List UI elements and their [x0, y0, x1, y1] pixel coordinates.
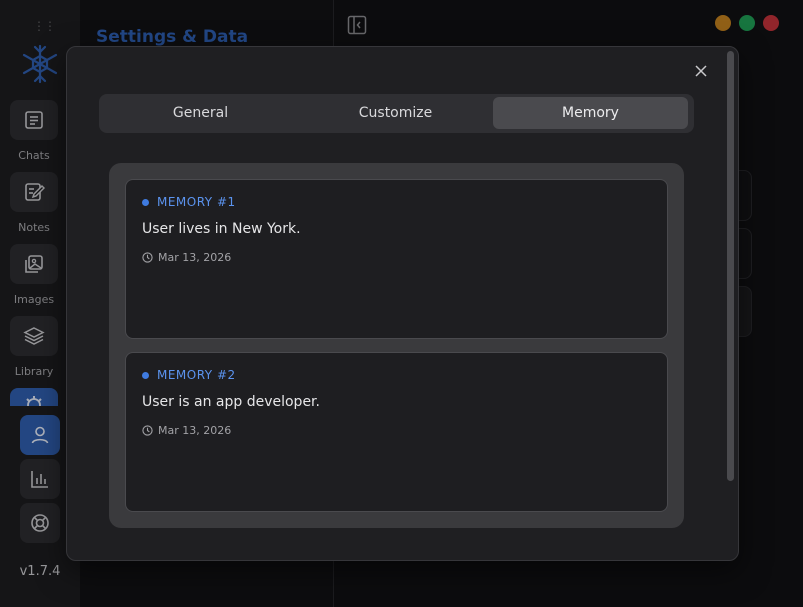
settings-modal: General Customize Memory MEMORY #1 User … [66, 46, 739, 561]
memory-date-text: Mar 13, 2026 [158, 251, 232, 264]
memory-text: User is an app developer. [142, 394, 320, 410]
memory-bullet [142, 198, 149, 206]
close-icon [695, 65, 707, 77]
memory-list: MEMORY #1 User lives in New York. Mar 13… [109, 163, 684, 528]
memory-date-text: Mar 13, 2026 [158, 424, 232, 437]
memory-date: Mar 13, 2026 [142, 251, 231, 264]
tab-general[interactable]: General [103, 97, 298, 129]
memory-title: MEMORY #1 [157, 195, 236, 209]
memory-card[interactable]: MEMORY #1 User lives in New York. Mar 13… [125, 179, 668, 339]
settings-tabs: General Customize Memory [99, 94, 694, 133]
modal-scrollbar[interactable] [727, 51, 734, 481]
close-modal-button[interactable] [692, 62, 710, 80]
memory-card[interactable]: MEMORY #2 User is an app developer. Mar … [125, 352, 668, 512]
memory-bullet [142, 371, 149, 379]
memory-title: MEMORY #2 [157, 368, 236, 382]
tab-memory[interactable]: Memory [493, 97, 688, 129]
memory-text: User lives in New York. [142, 221, 301, 237]
tab-customize[interactable]: Customize [298, 97, 493, 129]
clock-icon [142, 425, 153, 436]
memory-date: Mar 13, 2026 [142, 424, 231, 437]
clock-icon [142, 252, 153, 263]
